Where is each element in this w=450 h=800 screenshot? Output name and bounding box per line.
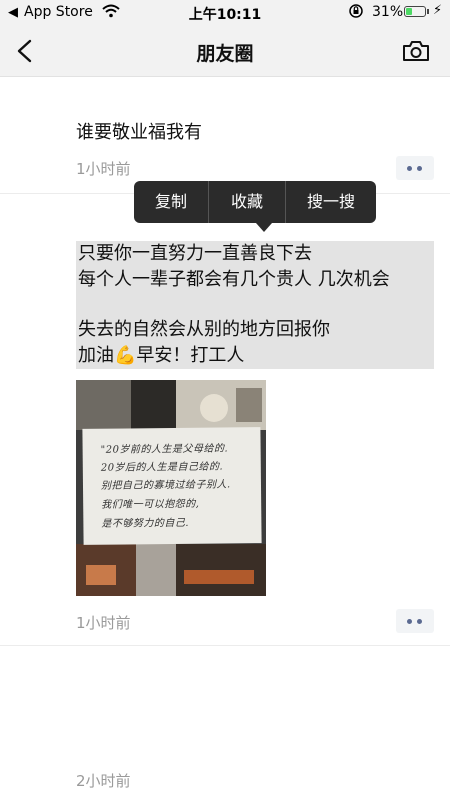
- post-line: 每个人一辈子都会有几个贵人 几次机会: [78, 269, 390, 290]
- more-dots-icon: [417, 619, 422, 624]
- more-dots-icon: [417, 166, 422, 171]
- menu-item-favorite[interactable]: 收藏: [209, 181, 285, 223]
- handwritten-line: 20岁后的人生是自己给的.: [100, 461, 224, 474]
- charging-icon: ⚡: [433, 3, 443, 18]
- flexed-biceps-emoji: 💪: [114, 345, 137, 366]
- handwritten-line: 是不够努力的自己.: [101, 517, 190, 530]
- post-timestamp: 1小时前: [76, 614, 131, 632]
- post-text: 谁要敬业福我有: [76, 122, 202, 143]
- selected-post-text[interactable]: 只要你一直努力一直善良下去 每个人一辈子都会有几个贵人 几次机会 失去的自然会从…: [76, 241, 434, 369]
- rotation-lock-icon: [348, 3, 364, 23]
- battery-cap: [427, 9, 429, 14]
- more-dots-icon: [407, 166, 412, 171]
- note-paper: "20岁前的人生是父母给的. 20岁后的人生是自己给的. 别把自己的寡境过给子别…: [82, 427, 262, 545]
- menu-pointer: [256, 223, 272, 232]
- post-line-with-emoji: 加油💪早安！打工人: [78, 343, 244, 369]
- status-bar: ◀ App Store 上午10:11 31% ⚡: [0, 0, 450, 26]
- post-timestamp: 2小时前: [76, 772, 131, 790]
- post-line: 早安！打工人: [136, 345, 245, 366]
- post-image[interactable]: "20岁前的人生是父母给的. 20岁后的人生是自己给的. 别把自己的寡境过给子别…: [76, 380, 266, 596]
- comment-more-button[interactable]: [396, 609, 434, 633]
- more-dots-icon: [407, 619, 412, 624]
- comment-more-button[interactable]: [396, 156, 434, 180]
- page-title: 朋友圈: [196, 43, 254, 65]
- post-line: 加油: [78, 345, 114, 366]
- handwritten-line: "20岁前的人生是父母给的.: [100, 443, 229, 456]
- camera-icon[interactable]: [402, 39, 430, 63]
- text-context-menu: 复制 收藏 搜一搜: [134, 181, 376, 232]
- nav-bar: 朋友圈: [0, 26, 450, 77]
- handwritten-line: 别把自己的寡境过给子别人.: [100, 479, 231, 492]
- menu-item-copy[interactable]: 复制: [134, 181, 208, 223]
- handwritten-line: 我们唯一可以抱怨的,: [101, 498, 200, 511]
- menu-item-search[interactable]: 搜一搜: [286, 181, 376, 223]
- post-line: 失去的自然会从别的地方回报你: [78, 319, 330, 340]
- post-line: 只要你一直努力一直善良下去: [78, 243, 312, 264]
- divider: [0, 645, 450, 646]
- battery-level: [406, 8, 412, 15]
- post-timestamp: 1小时前: [76, 160, 131, 178]
- battery-icon: [404, 6, 426, 17]
- battery-percent: 31%: [372, 4, 404, 20]
